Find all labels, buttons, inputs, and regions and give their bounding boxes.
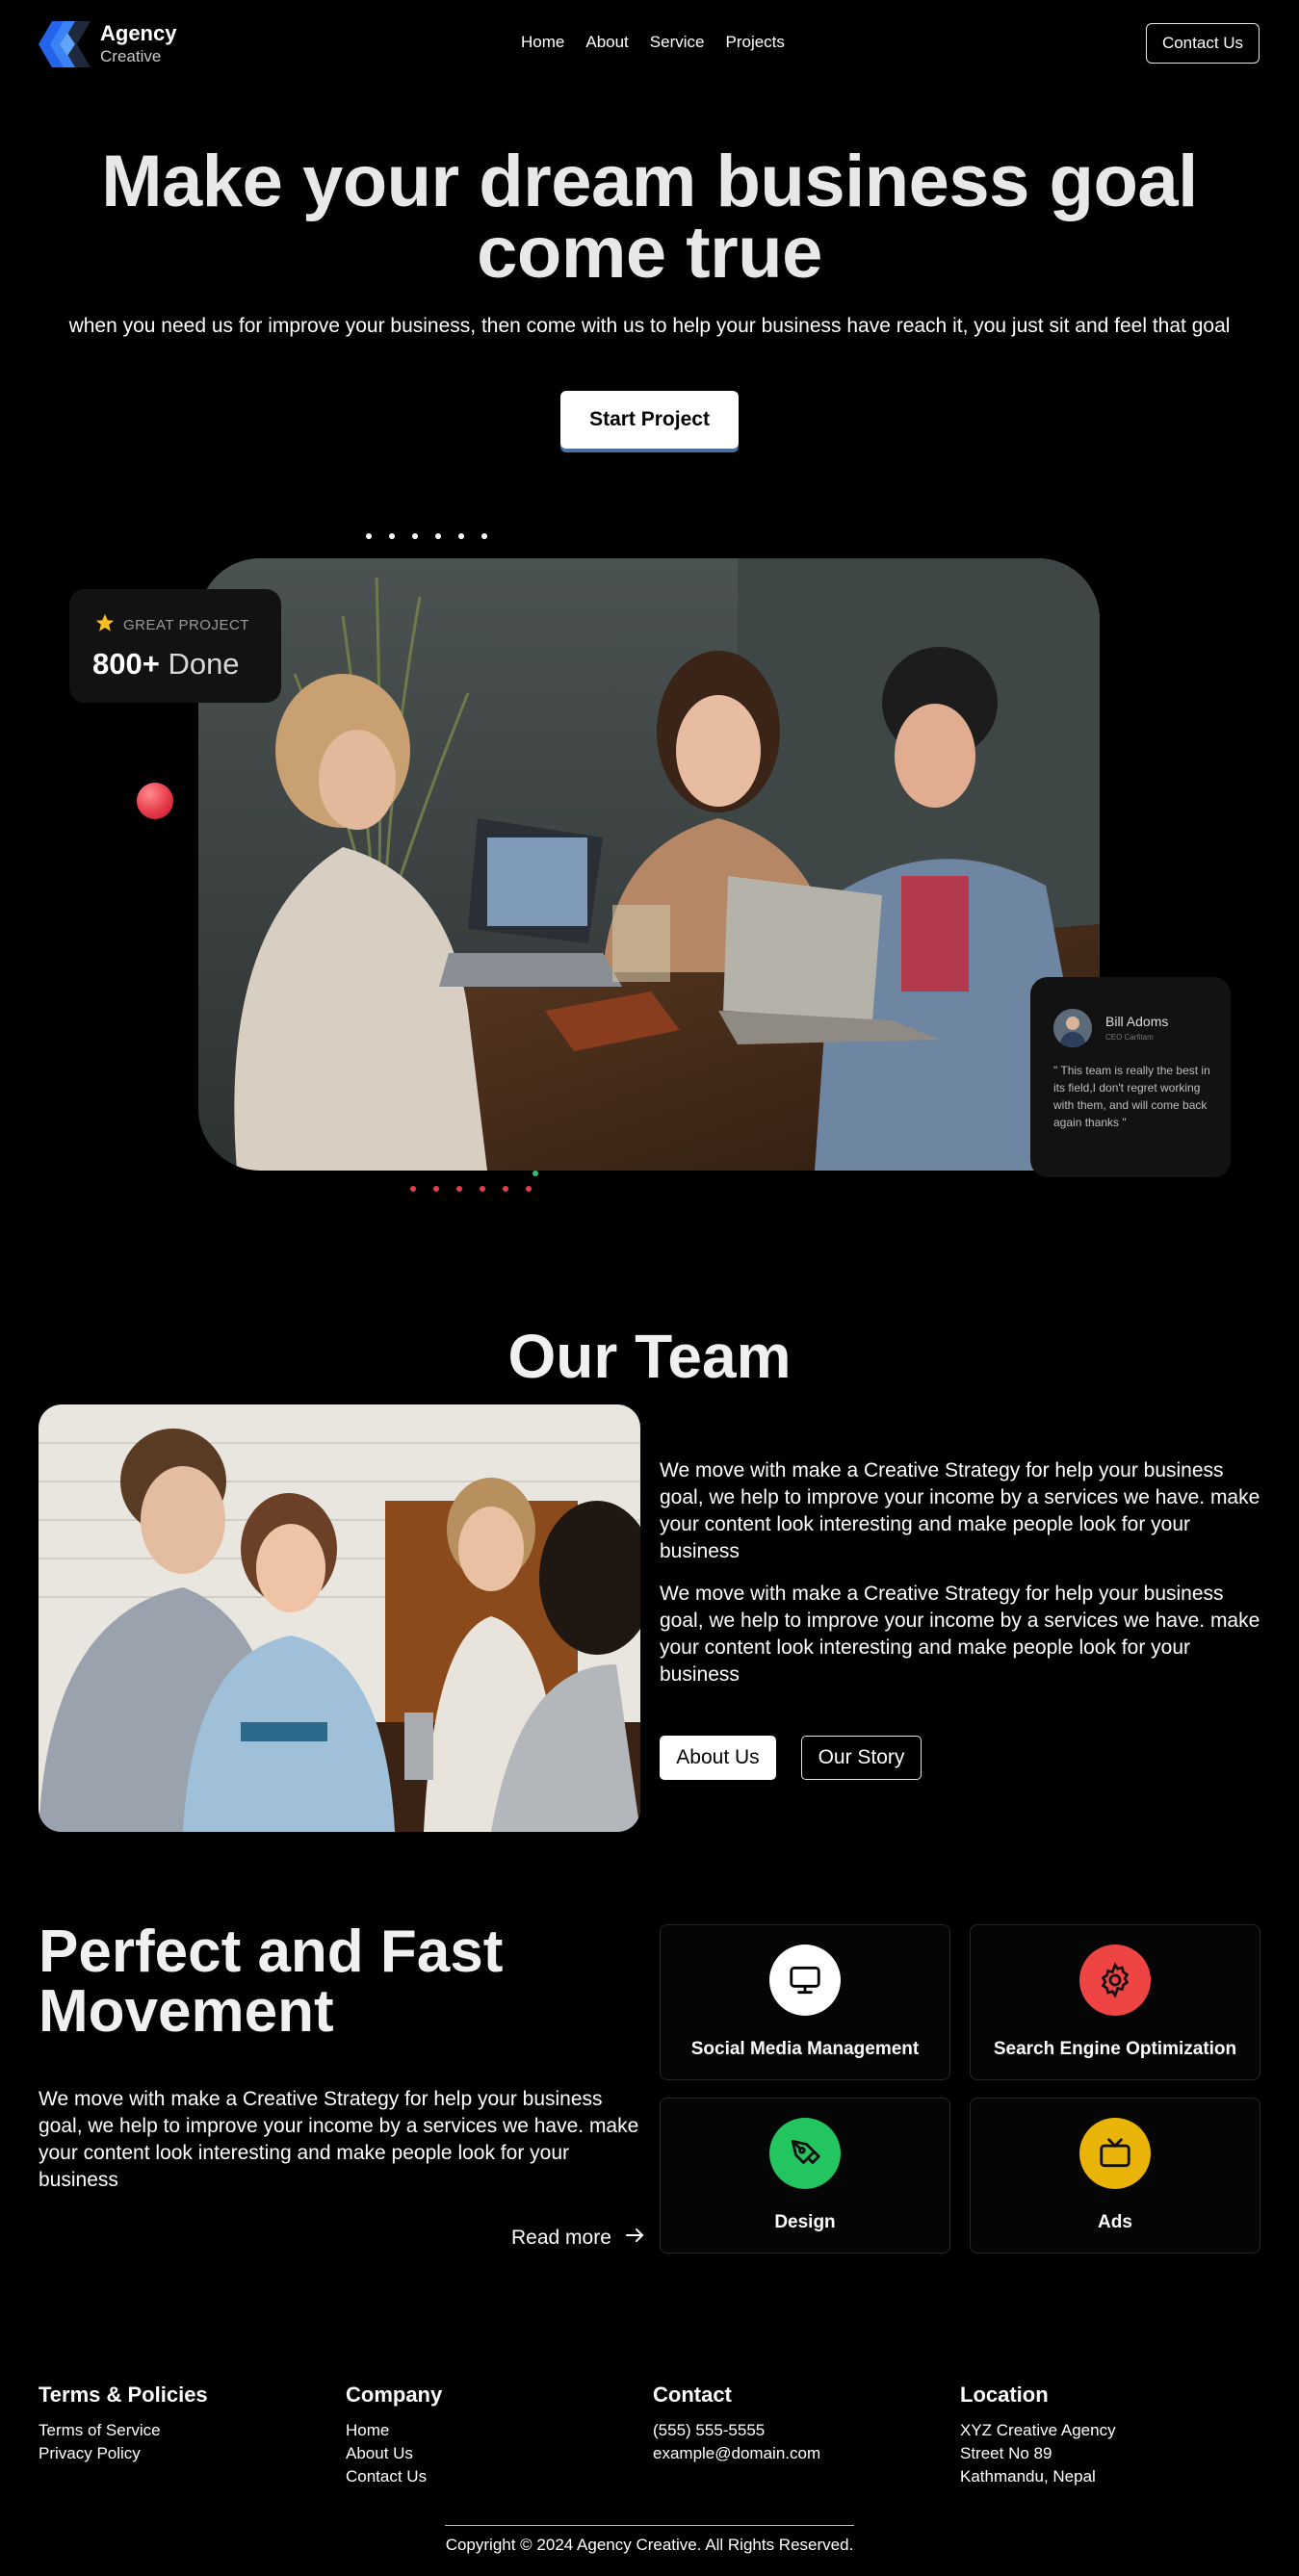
footer-email[interactable]: example@domain.com [653,2442,942,2465]
start-project-button[interactable]: Start Project [560,391,739,449]
decorative-green-dot [533,1171,538,1176]
footer-company: Company Home About Us Contact Us [346,2383,635,2488]
team-paragraph-1: We move with make a Creative Strategy fo… [660,1459,1260,1562]
services-paragraph: We move with make a Creative Strategy fo… [39,2088,639,2191]
nav-link-service[interactable]: Service [650,33,705,52]
dot [458,533,464,539]
reviewer-role: CEO Carfitam [1105,1033,1154,1042]
footer-address-line: XYZ Creative Agency [960,2421,1116,2439]
navbar: Agency Creative Home About Service Proje… [0,0,1299,87]
service-card-seo[interactable]: Search Engine Optimization [970,1924,1260,2080]
nav-link-about[interactable]: About [585,33,628,52]
testimonial-card: Bill Adoms CEO Carfitam " This team is r… [1030,977,1231,1177]
dot [480,1186,485,1192]
footer-link-about[interactable]: About Us [346,2442,635,2465]
footer-address-line: Kathmandu, Nepal [960,2467,1096,2486]
agency-logo-icon[interactable] [39,17,92,71]
about-us-button[interactable]: About Us [660,1736,776,1780]
dot [481,533,487,539]
hero-team-photo [198,558,1100,1171]
footer-link-privacy[interactable]: Privacy Policy [39,2442,327,2465]
pen-tool-icon [769,2118,841,2189]
footer-heading: Location [960,2383,1049,2407]
arrow-right-icon [623,2224,646,2253]
dot [366,533,372,539]
service-label: Ads [1098,2212,1132,2232]
contact-us-button[interactable]: Contact Us [1146,23,1260,64]
read-more-label: Read more [511,2227,611,2249]
service-card-ads[interactable]: Ads [970,2098,1260,2254]
footer-link-home[interactable]: Home [346,2419,635,2442]
nav-links: Home About Service Projects [521,33,785,52]
tv-icon [1079,2118,1151,2189]
avatar [1053,1009,1092,1047]
service-label: Social Media Management [690,2039,920,2059]
service-card-social-media[interactable]: Social Media Management [660,1924,950,2080]
footer-link-terms[interactable]: Terms of Service [39,2419,327,2442]
decorative-dots-bottom [410,1186,532,1192]
stat-tag-label: GREAT PROJECT [123,616,249,633]
hero-title: Make your dream business goal come true [101,141,1198,294]
service-label: Search Engine Optimization [993,2039,1237,2059]
footer-link-contact[interactable]: Contact Us [346,2465,635,2488]
stat-suffix: Done [159,647,240,681]
stat-value: 800+ Done [92,647,240,682]
footer-divider [445,2525,854,2526]
dot [433,1186,439,1192]
dot [435,533,441,539]
dot [456,1186,462,1192]
hero-subtitle: when you need us for improve your busine… [68,315,1231,337]
footer-heading: Terms & Policies [39,2383,208,2407]
footer-terms: Terms & Policies Terms of Service Privac… [39,2383,327,2465]
brand-name: Agency [100,21,177,45]
footer-contact: Contact (555) 555-5555 example@domain.co… [653,2383,942,2465]
gear-icon [1079,1945,1151,2016]
dot [410,1186,416,1192]
review-text: " This team is really the best in its fi… [1053,1064,1210,1129]
footer-heading: Company [346,2383,443,2407]
team-paragraph-2: We move with make a Creative Strategy fo… [660,1583,1260,1686]
nav-link-home[interactable]: Home [521,33,564,52]
brand: Agency Creative [100,21,176,67]
our-story-button[interactable]: Our Story [801,1736,922,1780]
great-project-card: GREAT PROJECT 800+ Done [69,589,281,703]
services-title: Perfect and Fast Movement [39,1919,504,2045]
monitor-icon [769,1945,841,2016]
footer-heading: Contact [653,2383,732,2407]
footer-copyright: Copyright © 2024 Agency Creative. All Ri… [445,2536,854,2554]
footer-location: Location XYZ Creative Agency Street No 8… [960,2383,1249,2488]
dot [412,533,418,539]
nav-link-projects[interactable]: Projects [725,33,784,52]
stat-tag: GREAT PROJECT [94,612,249,637]
footer-phone[interactable]: (555) 555-5555 [653,2419,942,2442]
service-card-design[interactable]: Design [660,2098,950,2254]
team-photo [39,1404,640,1832]
reviewer-name: Bill Adoms [1105,1014,1169,1029]
decorative-dots-top [366,533,487,539]
stat-number: 800+ [92,647,160,681]
star-icon [94,612,116,637]
read-more-link[interactable]: Read more [511,2224,646,2253]
brand-sub: Creative [100,47,162,65]
footer-address-line: Street No 89 [960,2444,1052,2462]
dot [389,533,395,539]
dot [503,1186,508,1192]
decorative-red-ball [137,783,173,819]
team-title: Our Team [507,1322,792,1391]
dot [526,1186,532,1192]
service-label: Design [774,2212,836,2232]
